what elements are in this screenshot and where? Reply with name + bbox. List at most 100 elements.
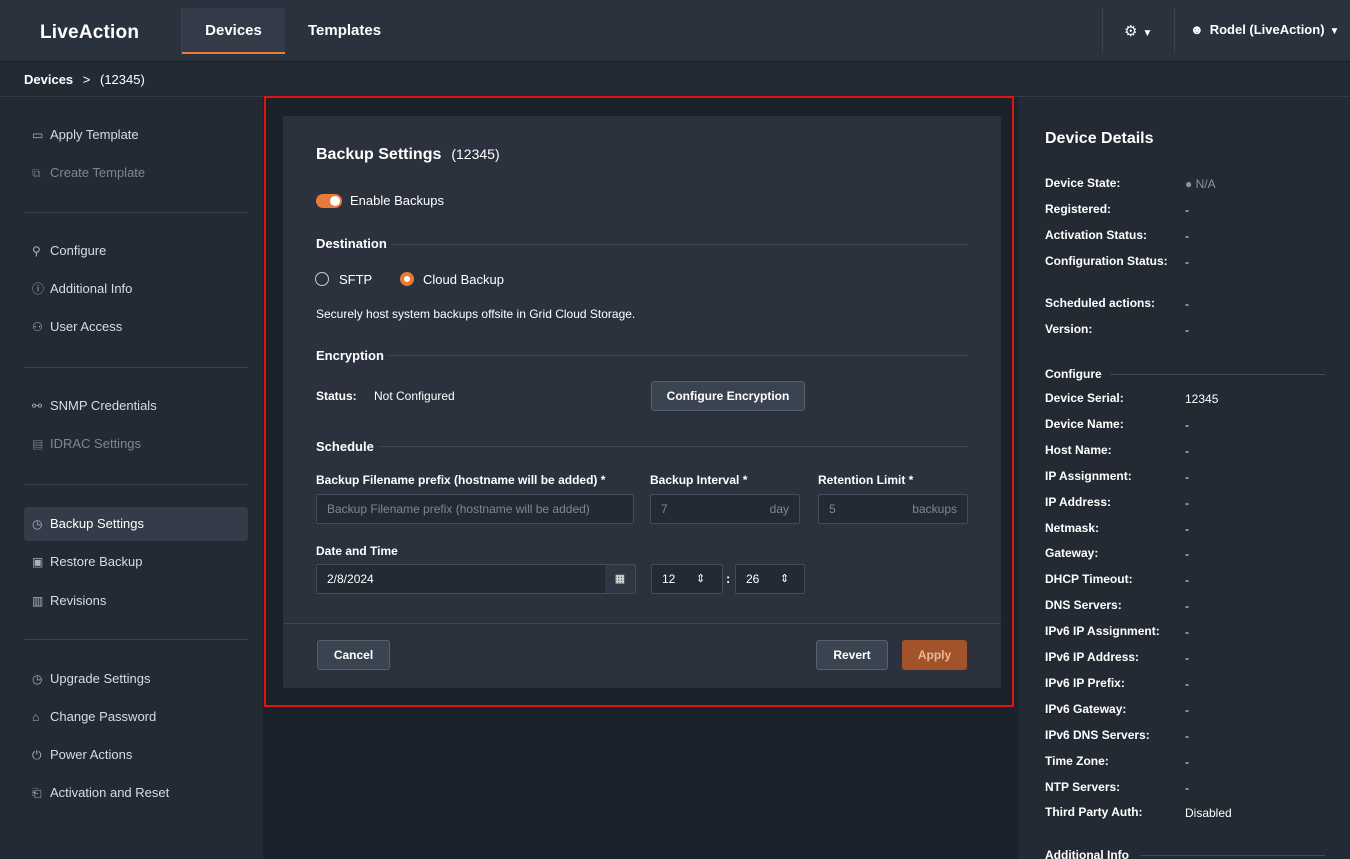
detail-key: DNS Servers: [1045,598,1122,613]
sidebar-item-power-actions[interactable]: ⏻ Power Actions [24,738,248,772]
breadcrumb-current: (12345) [100,72,145,87]
detail-value: - [1185,297,1189,311]
detail-key: Version: [1045,322,1093,336]
copy-icon: ⧉ [32,166,41,180]
detail-key: IPv6 Gateway: [1045,701,1127,716]
detail-key: Scheduled actions: [1045,296,1156,310]
detail-value: - [1185,599,1189,614]
chevron-down-icon: ▼ [1329,26,1340,37]
tab-devices[interactable]: Devices [182,8,285,54]
detail-value: - [1185,203,1189,217]
sidebar-item-label: User Access [50,319,123,334]
detail-value: - [1185,573,1189,588]
sidebar-item-label: Create Template [50,165,146,180]
power-icon: ⏻ [32,748,42,762]
settings-menu[interactable]: ⚙ ▼ [1124,22,1152,40]
breadcrumb-separator: > [82,72,91,87]
divider [24,639,248,640]
sidebar-item-label: Backup Settings [50,516,144,531]
detail-key: Activation Status: [1045,228,1148,242]
breadcrumb-devices[interactable]: Devices [24,72,73,87]
restore-icon: ▣ [32,555,44,569]
reset-icon: ⎗ [32,786,42,800]
template-icon: ▭ [32,128,44,142]
revisions-icon: ▥ [32,594,44,608]
sidebar-item-label: Additional Info [50,281,133,296]
additional-info-heading: Additional Info [1045,848,1129,859]
detail-value: - [1185,728,1189,743]
divider [1110,374,1325,375]
sidebar-item-label: Revisions [50,593,107,608]
sidebar-item-label: IDRAC Settings [50,436,142,451]
gear-icon: ⚙ [1124,23,1138,40]
detail-value: - [1185,521,1189,536]
divider [24,367,248,368]
detail-key: Third Party Auth: [1045,805,1143,820]
sidebar-item-label: Upgrade Settings [50,671,151,686]
server-icon: ▤ [32,437,44,451]
detail-value: - [1185,625,1189,640]
network-icon: ⚯ [32,399,43,413]
detail-value: - [1185,469,1189,484]
detail-key: Registered: [1045,202,1112,216]
sidebar-item-change-password[interactable]: ⌂ Change Password [24,700,248,734]
configure-heading: Configure [1045,367,1102,381]
sidebar-item-apply-template[interactable]: ▭ Apply Template [24,118,248,152]
highlight-box [264,96,1014,707]
divider [1140,855,1325,856]
detail-value: - [1185,323,1189,337]
sidebar-item-snmp-credentials[interactable]: ⚯ SNMP Credentials [24,389,248,423]
history-icon: ◷ [32,517,43,531]
detail-value: - [1185,702,1189,717]
detail-value: - [1185,547,1189,562]
detail-key: IPv6 DNS Servers: [1045,727,1150,742]
user-name: Rodel (LiveAction) [1209,22,1325,37]
detail-value: ● N/A [1185,177,1216,191]
sidebar-item-label: Change Password [50,709,157,724]
detail-key: Device Name: [1045,416,1124,431]
detail-key: DHCP Timeout: [1045,572,1133,587]
sidebar-item-idrac-settings: ▤ IDRAC Settings [24,427,248,461]
tab-templates[interactable]: Templates [308,8,381,54]
detail-value: - [1185,676,1189,691]
detail-key: IPv6 IP Address: [1045,650,1140,664]
detail-value: - [1185,229,1189,243]
detail-key: IP Assignment: [1045,468,1132,483]
detail-value: - [1185,651,1189,665]
clock-icon: ◷ [32,672,43,686]
user-menu[interactable]: ☻ Rodel (LiveAction) ▼ [1190,22,1339,37]
sidebar-item-configure[interactable]: ⚲ Configure [24,234,248,268]
detail-value: - [1185,255,1189,269]
divider [1102,8,1103,54]
sidebar-item-revisions[interactable]: ▥ Revisions [24,584,248,618]
top-navbar: LiveAction Devices Templates ⚙ ▼ ☻ Rodel (… [0,0,1350,62]
detail-value: - [1185,754,1189,769]
sidebar-item-activation-reset[interactable]: ⎗ Activation and Reset [24,776,248,810]
sidebar-item-backup-settings[interactable]: ◷ Backup Settings [24,507,248,541]
detail-value: - [1185,443,1189,458]
detail-value: - [1185,417,1189,432]
detail-key: NTP Servers: [1045,779,1121,794]
divider [1174,8,1175,54]
sidebar-item-label: Configure [50,243,107,258]
detail-key: Netmask: [1045,520,1100,535]
user-access-icon: ⚇ [32,320,43,334]
detail-value: Disabled [1185,806,1232,821]
chevron-down-icon: ▼ [1142,28,1153,39]
sidebar-item-restore-backup[interactable]: ▣ Restore Backup [24,545,248,579]
sidebar-item-additional-info[interactable]: ⓘ Additional Info [24,272,248,306]
sidebar-item-create-template: ⧉ Create Template [24,156,248,190]
detail-key: Gateway: [1045,546,1099,561]
divider [24,484,248,485]
wrench-icon: ⚲ [32,244,41,258]
brand-logo[interactable]: LiveAction [40,22,139,44]
detail-value: - [1185,495,1189,510]
user-icon: ☻ [1190,22,1204,37]
divider [24,212,248,213]
detail-key: IP Address: [1045,494,1112,509]
sidebar-item-label: Restore Backup [50,554,143,569]
detail-key: Host Name: [1045,442,1112,457]
sidebar-item-user-access[interactable]: ⚇ User Access [24,310,248,344]
breadcrumb: Devices > (12345) [24,72,145,87]
sidebar-item-upgrade-settings[interactable]: ◷ Upgrade Settings [24,662,248,696]
